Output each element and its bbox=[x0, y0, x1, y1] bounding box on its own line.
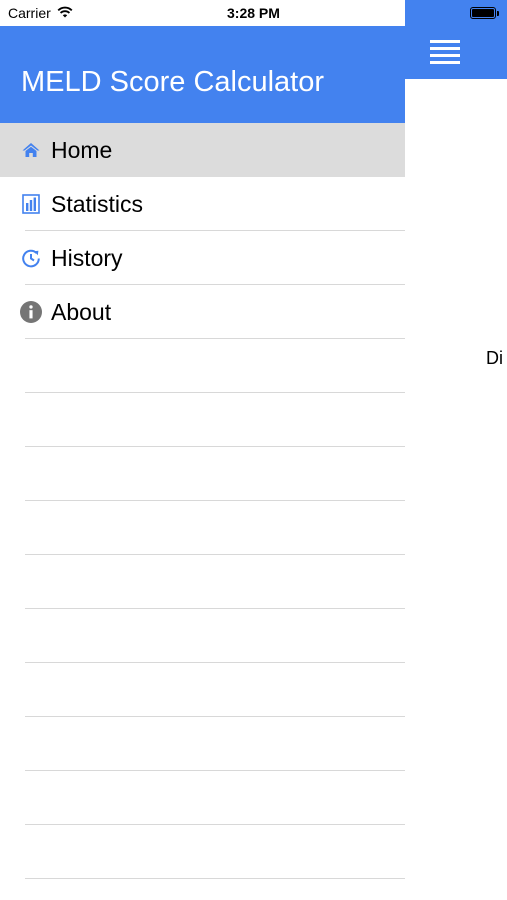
drawer-item-home[interactable]: Home bbox=[0, 123, 405, 177]
drawer-item-label: About bbox=[51, 298, 112, 325]
empty-list-row bbox=[0, 393, 405, 447]
empty-list-row bbox=[0, 501, 405, 555]
drawer-item-about[interactable]: About bbox=[0, 285, 405, 339]
empty-list-row bbox=[0, 339, 405, 393]
empty-list-row bbox=[0, 717, 405, 771]
status-left: Carrier bbox=[8, 5, 73, 21]
empty-list-row bbox=[0, 447, 405, 501]
main-content-text: Di bbox=[486, 348, 503, 368]
wifi-icon bbox=[57, 5, 73, 21]
app-title: MELD Score Calculator bbox=[21, 66, 324, 98]
hamburger-line bbox=[430, 47, 460, 50]
home-icon bbox=[20, 139, 42, 161]
hamburger-line bbox=[430, 40, 460, 43]
info-icon bbox=[20, 301, 42, 323]
carrier-label: Carrier bbox=[8, 5, 51, 21]
app-screen: Carrier 3:28 PM Di MELD Score Calculator bbox=[0, 0, 507, 900]
hamburger-line bbox=[430, 54, 460, 57]
hamburger-menu-button[interactable] bbox=[430, 40, 460, 66]
drawer-item-label: Home bbox=[51, 136, 113, 163]
history-icon bbox=[20, 247, 42, 269]
empty-list-row bbox=[0, 555, 405, 609]
empty-list-row bbox=[0, 879, 405, 900]
empty-list-row bbox=[0, 609, 405, 663]
hamburger-line bbox=[430, 61, 460, 64]
drawer-item-statistics[interactable]: Statistics bbox=[0, 177, 405, 231]
drawer-item-label: Statistics bbox=[51, 190, 144, 217]
empty-list-row bbox=[0, 771, 405, 825]
navigation-drawer: MELD Score Calculator Home Statistics Hi… bbox=[0, 0, 405, 900]
battery-icon bbox=[470, 7, 499, 19]
status-time: 3:28 PM bbox=[227, 5, 280, 21]
drawer-item-history[interactable]: History bbox=[0, 231, 405, 285]
empty-list-row bbox=[0, 663, 405, 717]
drawer-item-label: History bbox=[51, 244, 123, 271]
drawer-menu-list: Home Statistics History About bbox=[0, 123, 405, 900]
empty-list-row bbox=[0, 825, 405, 879]
status-bar: Carrier 3:28 PM bbox=[0, 0, 507, 26]
statistics-icon bbox=[20, 193, 42, 215]
